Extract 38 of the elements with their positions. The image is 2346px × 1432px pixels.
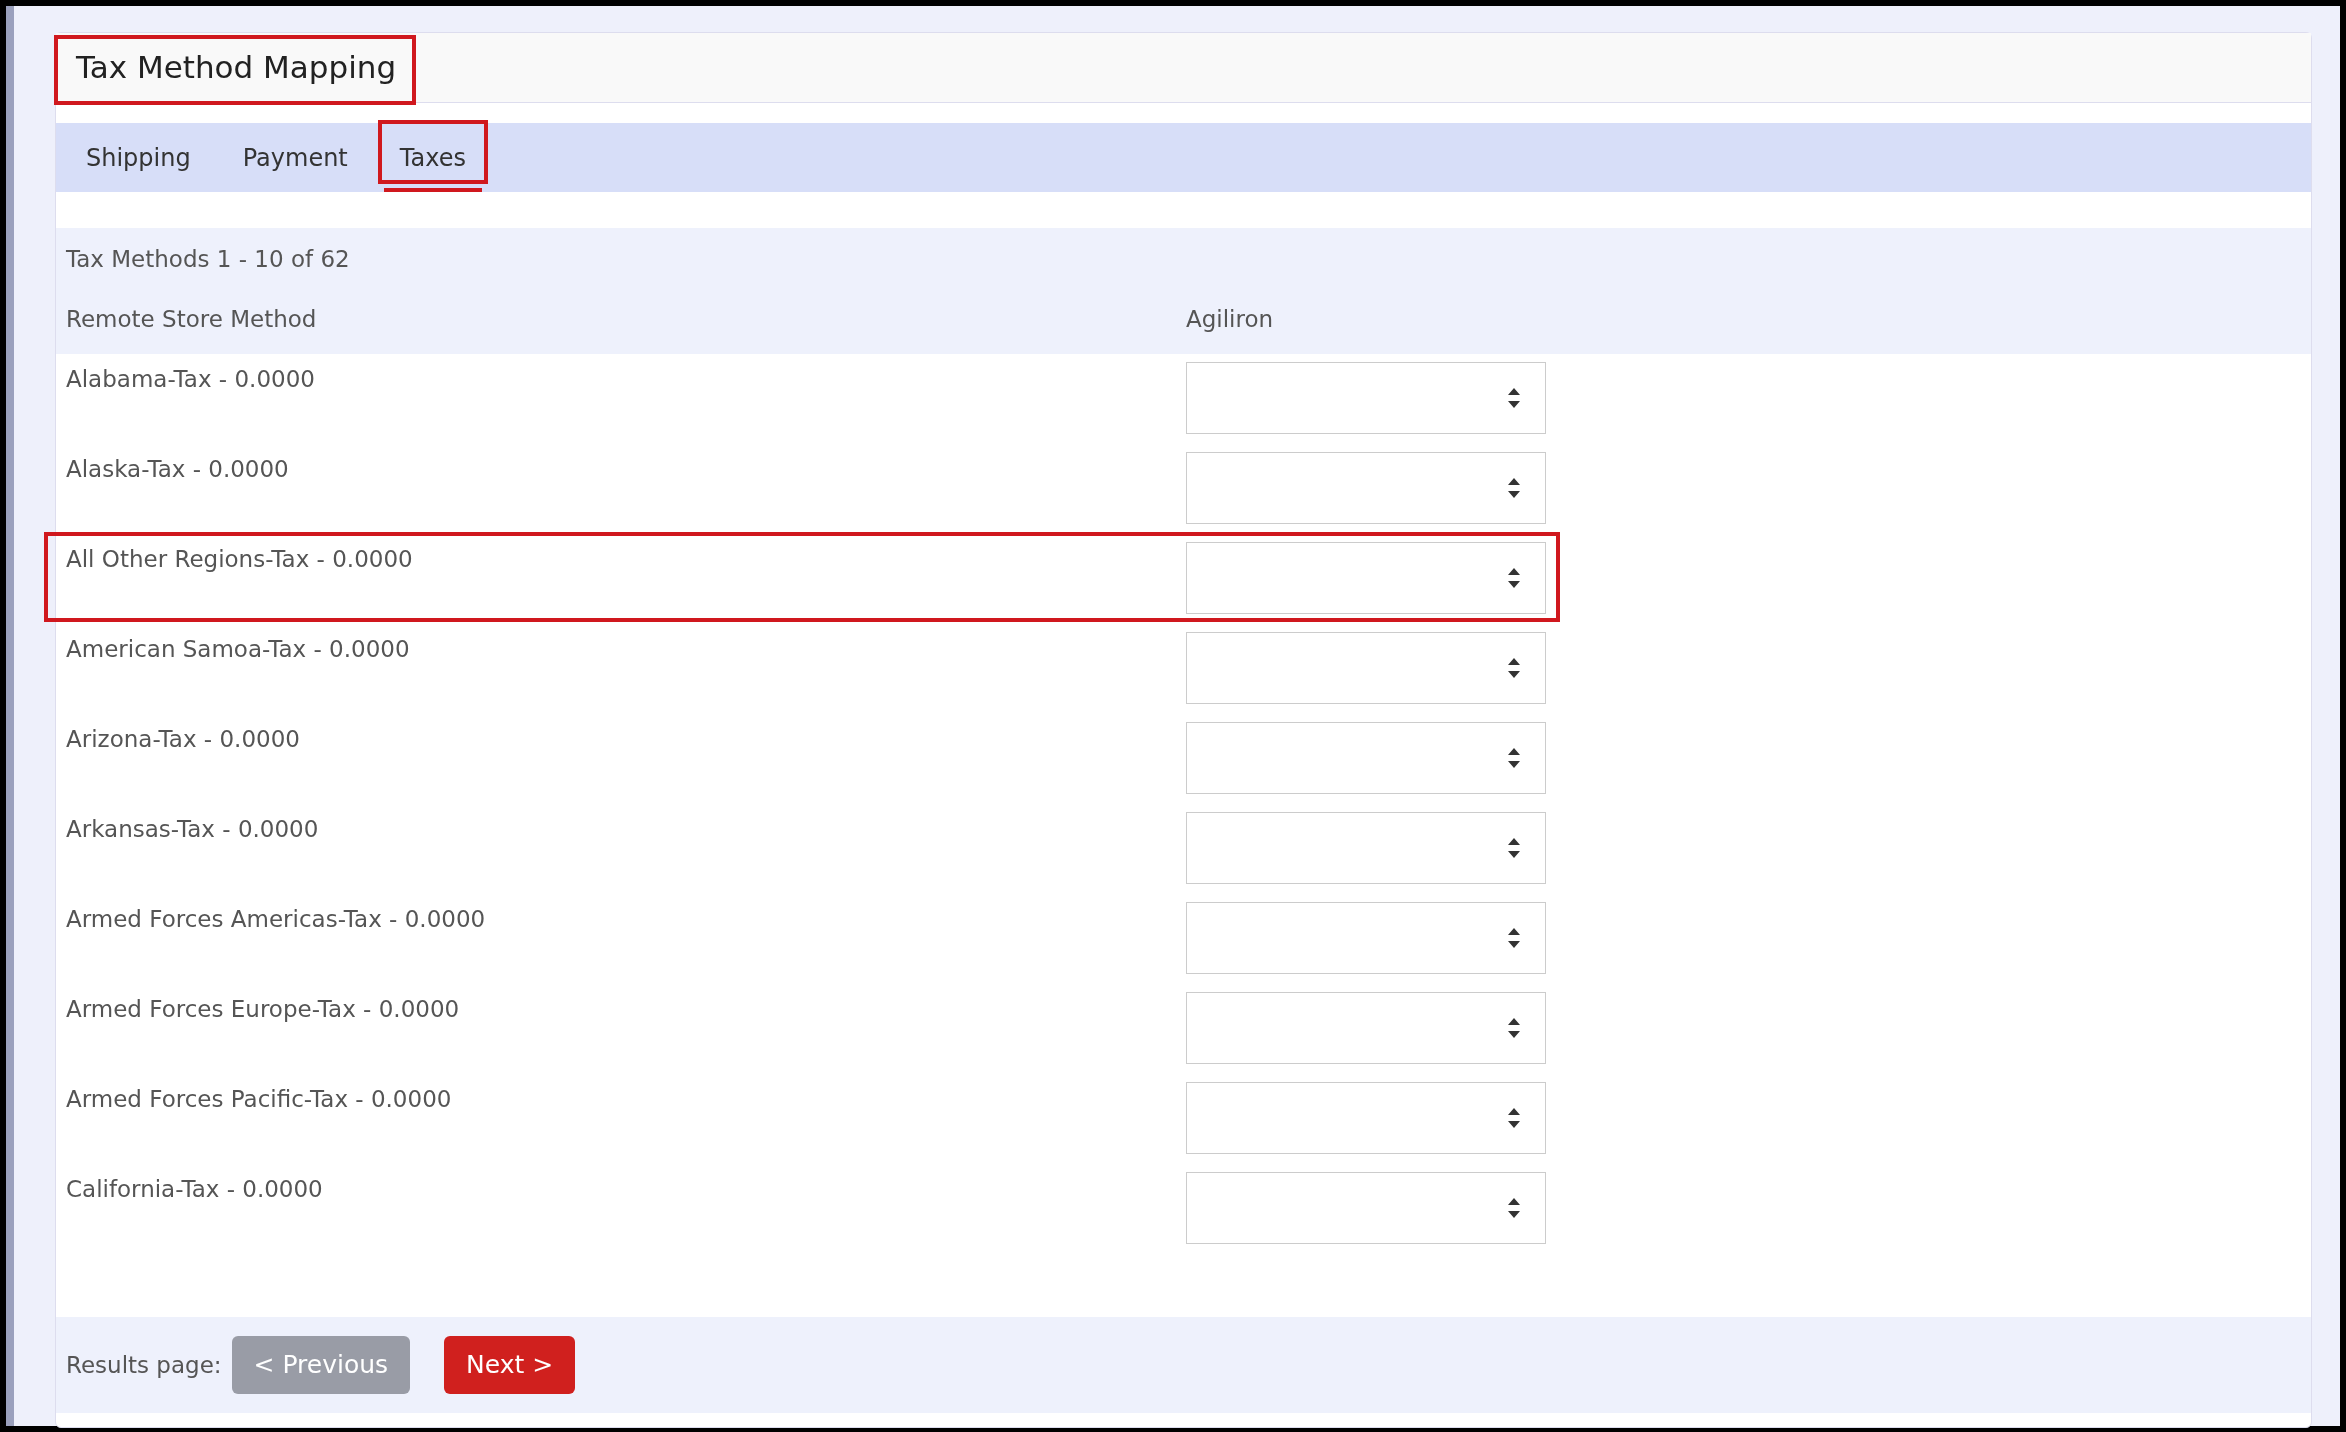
column-header: Remote Store Method	[66, 305, 318, 334]
sort-arrows-icon	[1507, 567, 1521, 589]
method-label: Arkansas-Tax - 0.0000	[66, 815, 320, 844]
sort-arrows-icon	[1507, 477, 1521, 499]
sort-arrows-icon	[1507, 387, 1521, 409]
select-field[interactable]	[1186, 812, 1546, 884]
sort-arrows-icon	[1507, 1017, 1521, 1039]
select-field[interactable]	[1186, 902, 1546, 974]
results-summary: Tax Methods 1 - 10 of 62	[66, 245, 351, 274]
sort-arrows-icon	[1507, 927, 1521, 949]
method-label: Armed Forces Americas-Tax - 0.0000	[66, 905, 487, 934]
sort-arrows-icon	[1507, 657, 1521, 679]
select-field[interactable]	[1186, 632, 1546, 704]
select-field[interactable]	[1186, 362, 1546, 434]
method-label: American Samoa-Tax - 0.0000	[66, 635, 411, 664]
next-button[interactable]: Next >	[444, 1336, 576, 1394]
sort-arrows-icon	[1507, 837, 1521, 859]
method-label: California-Tax - 0.0000	[66, 1175, 324, 1204]
results-page-label: Results page:	[66, 1350, 222, 1380]
select-field[interactable]	[1186, 452, 1546, 524]
method-label: Armed Forces Europe-Tax - 0.0000	[66, 995, 461, 1024]
method-label: Arizona-Tax - 0.0000	[66, 725, 301, 754]
tab[interactable]: Payment	[230, 123, 360, 192]
method-label: Alabama-Tax - 0.0000	[66, 365, 316, 394]
page-title: Tax Method Mapping	[76, 48, 397, 88]
method-label: Alaska-Tax - 0.0000	[66, 455, 290, 484]
select-field[interactable]	[1186, 1082, 1546, 1154]
method-label: All Other Regions-Tax - 0.0000	[66, 545, 414, 574]
select-field[interactable]	[1186, 992, 1546, 1064]
method-label: Armed Forces Pacific-Tax - 0.0000	[66, 1085, 453, 1114]
sort-arrows-icon	[1507, 747, 1521, 769]
tab[interactable]: Shipping	[74, 123, 203, 192]
select-field[interactable]	[1186, 542, 1546, 614]
column-header: Agiliron	[1186, 305, 1274, 334]
sort-arrows-icon	[1507, 1107, 1521, 1129]
sort-arrows-icon	[1507, 1197, 1521, 1219]
select-field[interactable]	[1186, 722, 1546, 794]
select-field[interactable]	[1186, 1172, 1546, 1244]
